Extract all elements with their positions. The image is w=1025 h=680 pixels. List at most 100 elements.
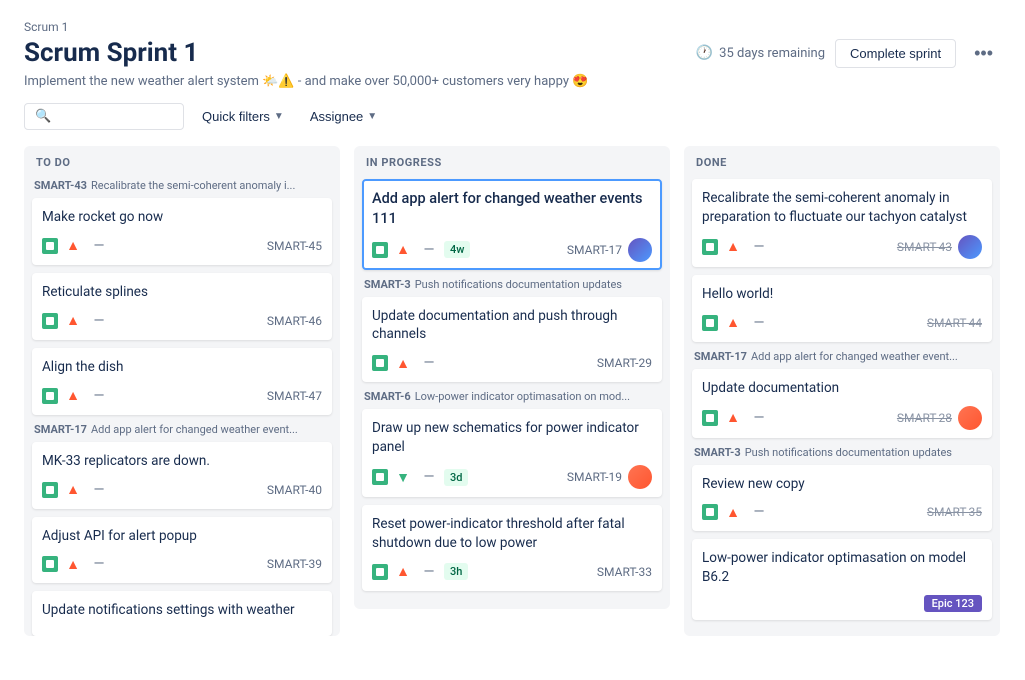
priority-up-icon[interactable]: ▲	[392, 239, 414, 261]
priority-up-icon[interactable]: ▲	[722, 236, 744, 258]
minus-icon[interactable]: —	[418, 561, 440, 583]
card-id: SMART-39	[267, 557, 322, 571]
card[interactable]: Add app alert for changed weather events…	[362, 179, 662, 270]
clock-icon: 🕐	[696, 45, 713, 61]
card-footer: ▲—SMART-40	[42, 479, 322, 501]
card-actions: ▲—	[42, 235, 110, 257]
minus-icon[interactable]: —	[748, 407, 770, 429]
card-id: SMART-19	[567, 470, 622, 484]
card-title: Review new copy	[702, 475, 982, 494]
minus-icon[interactable]: —	[88, 479, 110, 501]
priority-up-icon[interactable]: ▲	[392, 352, 414, 374]
epic-header: SMART-43Recalibrate the semi-coherent an…	[32, 179, 332, 192]
card-id: SMART-46	[267, 314, 322, 328]
story-icon[interactable]	[372, 564, 388, 580]
epic-header: SMART-3Push notifications documentation …	[692, 446, 992, 459]
minus-icon[interactable]: —	[418, 466, 440, 488]
story-icon[interactable]	[372, 469, 388, 485]
card-actions: ▲—	[42, 553, 110, 575]
column-header-todo: TO DO	[32, 156, 332, 169]
card-footer-right: SMART-43	[897, 235, 982, 259]
card[interactable]: Review new copy▲—SMART-35	[692, 465, 992, 532]
story-icon[interactable]	[42, 388, 58, 404]
card[interactable]: Make rocket go now▲—SMART-45	[32, 198, 332, 265]
priority-up-icon[interactable]: ▲	[62, 385, 84, 407]
avatar	[958, 406, 982, 430]
minus-icon[interactable]: —	[748, 312, 770, 334]
card-actions: ▲—3h	[372, 561, 468, 583]
priority-up-icon[interactable]: ▲	[392, 561, 414, 583]
story-icon[interactable]	[42, 556, 58, 572]
story-icon[interactable]	[42, 482, 58, 498]
card-title: MK-33 replicators are down.	[42, 452, 322, 471]
card-footer: Epic 123	[702, 595, 982, 612]
card-actions: ▲—	[372, 352, 440, 374]
card[interactable]: Low-power indicator optimasation on mode…	[692, 539, 992, 620]
card[interactable]: Draw up new schematics for power indicat…	[362, 409, 662, 497]
card[interactable]: Align the dish▲—SMART-47	[32, 348, 332, 415]
time-badge: 3h	[444, 563, 468, 580]
minus-icon[interactable]: —	[418, 352, 440, 374]
minus-icon[interactable]: —	[748, 236, 770, 258]
card[interactable]: Update notifications settings with weath…	[32, 591, 332, 636]
card[interactable]: Hello world! ▲—SMART-44	[692, 275, 992, 342]
card-footer: ▼—3dSMART-19	[372, 465, 652, 489]
epic-header: SMART-17Add app alert for changed weathe…	[692, 350, 992, 363]
card-id: SMART-47	[267, 389, 322, 403]
card[interactable]: Update documentation▲—SMART-28	[692, 369, 992, 438]
card-footer-right: SMART-28	[897, 406, 982, 430]
card-actions: ▲—	[702, 407, 770, 429]
minus-icon[interactable]: —	[88, 553, 110, 575]
story-icon[interactable]	[702, 239, 718, 255]
card-actions: ▲—	[42, 385, 110, 407]
minus-icon[interactable]: —	[88, 310, 110, 332]
story-icon[interactable]	[372, 355, 388, 371]
card[interactable]: Reset power-indicator threshold after fa…	[362, 505, 662, 591]
assignee-filter-button[interactable]: Assignee ▼	[302, 104, 385, 129]
story-icon[interactable]	[42, 313, 58, 329]
card-footer: ▲—SMART-44	[702, 312, 982, 334]
priority-up-icon[interactable]: ▲	[62, 479, 84, 501]
priority-up-icon[interactable]: ▲	[722, 407, 744, 429]
card-title: Recalibrate the semi-coherent anomaly in…	[702, 189, 982, 227]
minus-icon[interactable]: —	[88, 385, 110, 407]
story-icon[interactable]	[42, 238, 58, 254]
priority-up-icon[interactable]: ▲	[62, 310, 84, 332]
priority-up-icon[interactable]: ▲	[62, 235, 84, 257]
story-icon[interactable]	[702, 504, 718, 520]
search-box[interactable]: 🔍	[24, 103, 184, 130]
minus-icon[interactable]: —	[748, 501, 770, 523]
priority-up-icon[interactable]: ▲	[722, 501, 744, 523]
minus-icon[interactable]: —	[418, 239, 440, 261]
card-actions: ▲—	[42, 479, 110, 501]
card-actions: ▲—	[42, 310, 110, 332]
card-id: SMART-45	[267, 239, 322, 253]
story-icon[interactable]	[702, 315, 718, 331]
story-icon[interactable]	[372, 242, 388, 258]
search-icon: 🔍	[35, 109, 51, 124]
card[interactable]: Recalibrate the semi-coherent anomaly in…	[692, 179, 992, 267]
card[interactable]: Adjust API for alert popup▲—SMART-39	[32, 517, 332, 584]
column-header-done: DONE	[692, 156, 992, 169]
complete-sprint-button[interactable]: Complete sprint	[835, 39, 956, 68]
epic-header: SMART-17Add app alert for changed weathe…	[32, 423, 332, 436]
minus-icon[interactable]: —	[88, 235, 110, 257]
quick-filters-button[interactable]: Quick filters ▼	[194, 104, 292, 129]
card-actions: ▲—	[702, 236, 770, 258]
card-footer-right: SMART-33	[597, 565, 652, 579]
search-input[interactable]	[57, 109, 177, 124]
priority-up-icon[interactable]: ▲	[62, 553, 84, 575]
card-title: Reticulate splines	[42, 283, 322, 302]
more-options-button[interactable]: •••	[966, 39, 1001, 68]
card[interactable]: Update documentation and push through ch…	[362, 297, 662, 383]
priority-down-icon[interactable]: ▼	[392, 466, 414, 488]
story-icon[interactable]	[702, 410, 718, 426]
card-title: Hello world!	[702, 285, 982, 304]
column-inprogress: IN PROGRESSAdd app alert for changed wea…	[354, 146, 670, 609]
priority-up-icon[interactable]: ▲	[722, 312, 744, 334]
avatar	[628, 238, 652, 262]
column-todo: TO DO SMART-43Recalibrate the semi-cohere…	[24, 146, 340, 636]
card[interactable]: Reticulate splines ▲— SMART-46	[32, 273, 332, 340]
chevron-down-icon: ▼	[367, 111, 377, 122]
card[interactable]: MK-33 replicators are down. ▲—SMART-40	[32, 442, 332, 509]
